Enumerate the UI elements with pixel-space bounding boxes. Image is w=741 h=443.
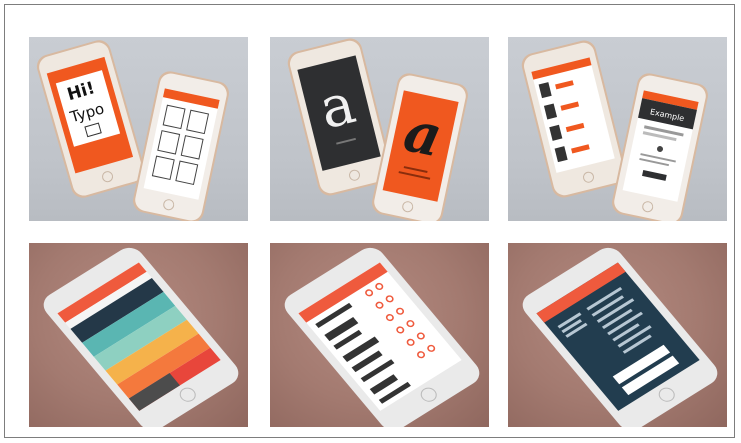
mockup-tile-list-detail: Example (508, 37, 727, 221)
mockup-tile-dark-quiz (508, 243, 727, 427)
mockup-tile-colored-menu (29, 243, 248, 427)
gallery-frame: Hi! Typo a a Example (4, 4, 735, 438)
mockup-tile-typo-intro: Hi! Typo (29, 37, 248, 221)
mockup-tile-letter-a: a a (270, 37, 489, 221)
mockup-tile-font-list (270, 243, 489, 427)
